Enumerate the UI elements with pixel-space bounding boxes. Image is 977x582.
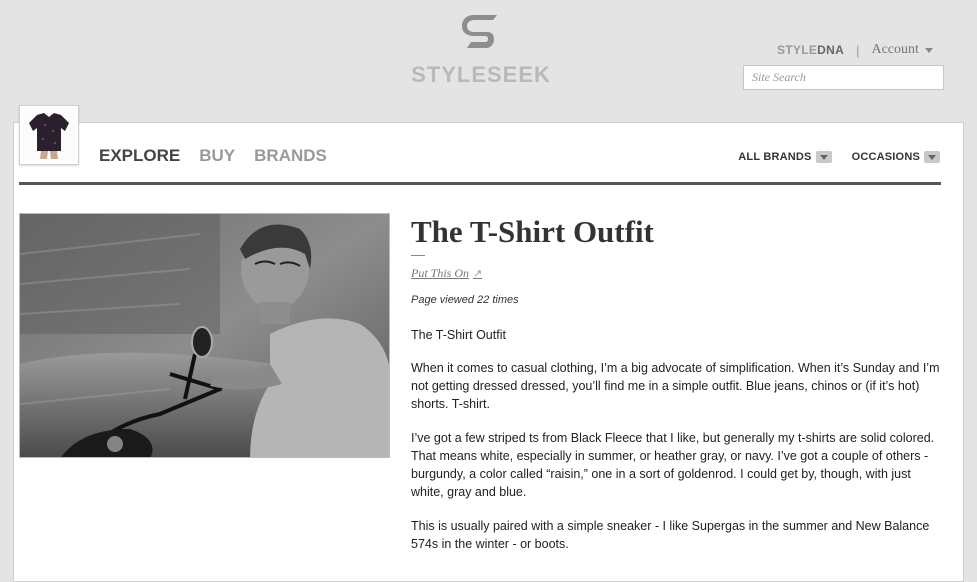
styledna-link[interactable]: STYLEDNA <box>777 43 844 57</box>
account-label: Account <box>871 42 919 57</box>
article-paragraph: The T-Shirt Outfit <box>411 328 506 342</box>
styleseek-s-logo-icon <box>462 15 497 48</box>
shirt-thumbnail-image <box>23 109 75 161</box>
top-nav: STYLEDNA | Account <box>777 42 933 58</box>
article-paragraph: This is usually paired with a simple sne… <box>411 519 930 551</box>
styledna-prefix: STYLE <box>777 43 818 57</box>
occasions-label: OCCASIONS <box>851 151 920 163</box>
nav-buy[interactable]: BUY <box>199 146 235 166</box>
article-photo <box>19 213 390 458</box>
article: The T-Shirt Outfit Put This On ↗ Page vi… <box>411 213 941 569</box>
nav-explore[interactable]: EXPLORE <box>99 146 180 166</box>
occasions-dropdown[interactable]: OCCASIONS <box>852 151 940 163</box>
styledna-suffix: DNA <box>817 43 845 57</box>
nav-brands[interactable]: BRANDS <box>254 146 327 166</box>
man-on-motorcycle-image <box>20 214 389 457</box>
logo-wordmark: STYLESEEK <box>411 62 551 87</box>
all-brands-label: ALL BRANDS <box>738 151 812 163</box>
article-body: The T-Shirt Outfit When it comes to casu… <box>411 326 941 553</box>
external-link-icon: ↗ <box>473 268 483 280</box>
account-menu[interactable]: Account <box>871 42 933 58</box>
filter-bar: ALL BRANDS OCCASIONS <box>738 151 940 163</box>
page-view-count: Page viewed 22 times <box>411 294 519 306</box>
title-divider <box>411 255 425 256</box>
article-title: The T-Shirt Outfit <box>411 214 654 249</box>
main-nav: EXPLORE BUY BRANDS <box>99 146 327 166</box>
styleseek-logo[interactable]: STYLESEEK <box>400 14 562 88</box>
chevron-down-icon <box>924 47 933 53</box>
source-link-label: Put This On <box>411 266 470 280</box>
source-link[interactable]: Put This On ↗ <box>411 266 482 281</box>
nav-divider <box>19 182 941 185</box>
article-paragraph: When it comes to casual clothing, I’m a … <box>411 361 940 411</box>
chevron-down-icon[interactable] <box>924 151 940 163</box>
site-search-input[interactable] <box>743 65 944 90</box>
article-paragraph: I’ve got a few striped ts from Black Fle… <box>411 431 935 499</box>
chevron-down-icon[interactable] <box>815 151 832 163</box>
all-brands-dropdown[interactable]: ALL BRANDS <box>738 151 832 163</box>
nav-separator: | <box>856 42 860 58</box>
product-thumbnail[interactable] <box>19 105 79 165</box>
